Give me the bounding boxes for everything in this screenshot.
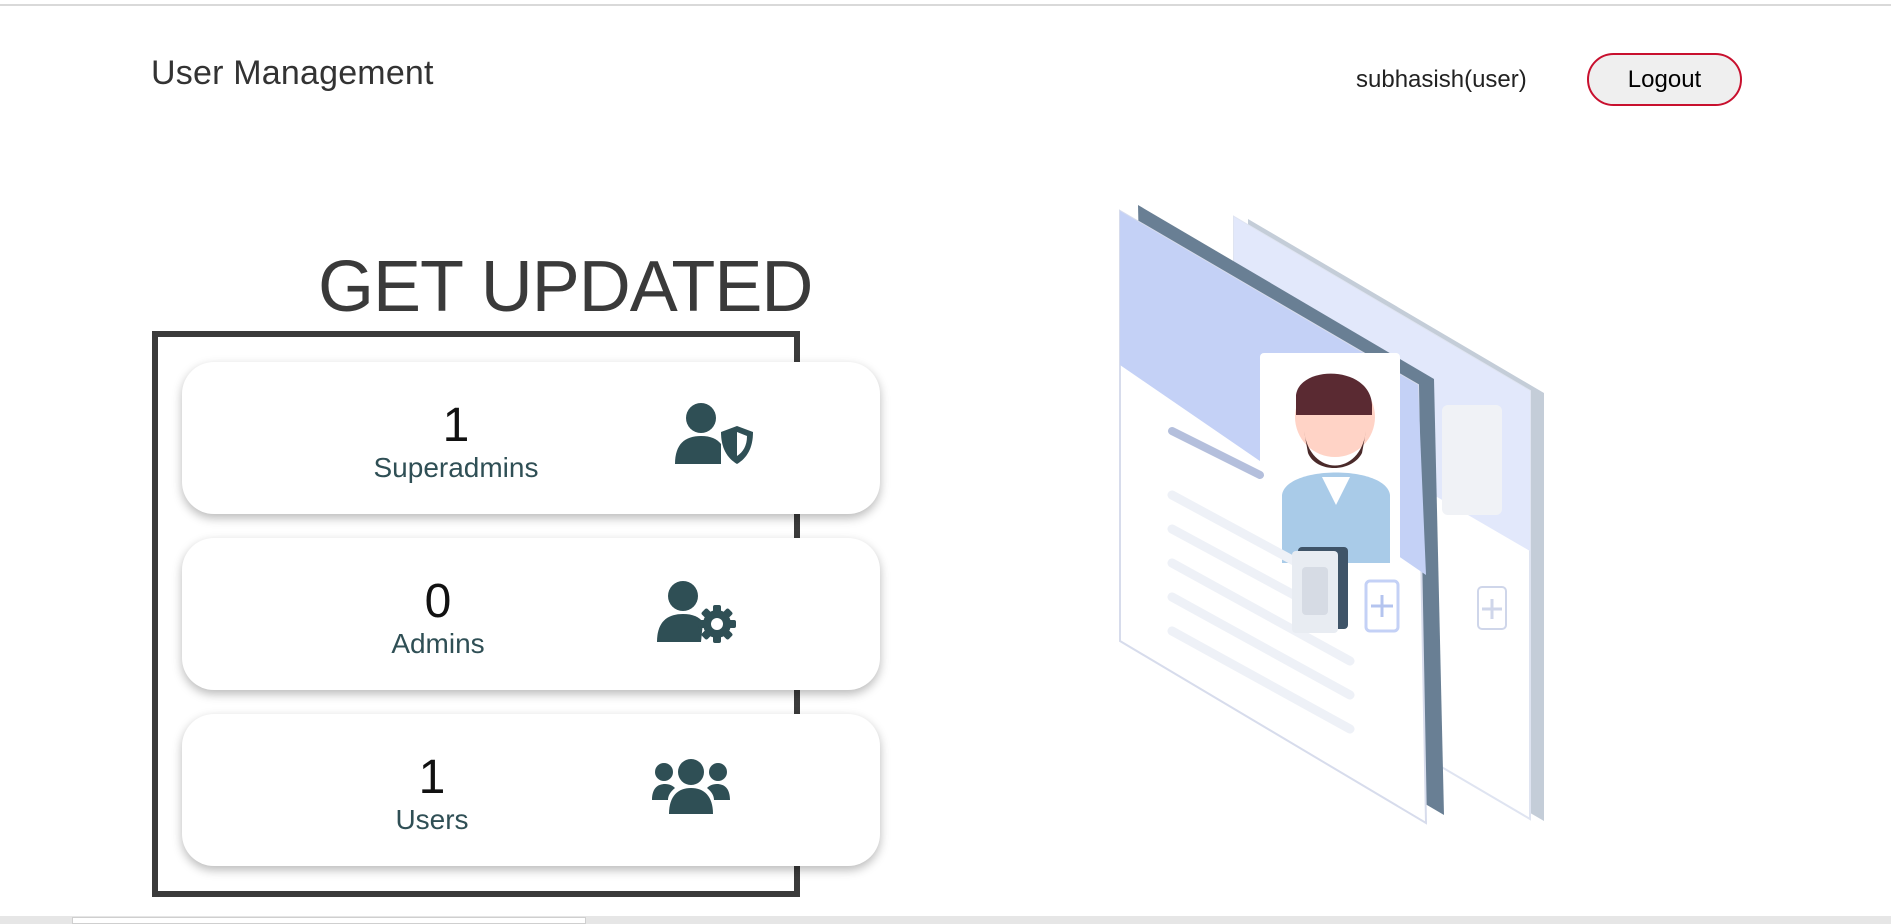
section-heading: GET UPDATED [318,247,813,327]
app-title: User Management [151,54,434,92]
user-gear-icon [657,580,737,644]
stat-card-users: 1 Users [182,714,880,866]
current-user-label: subhasish(user) [1356,66,1527,93]
stat-card-admins: 0 Admins [182,538,880,690]
stat-card-superadmins: 1 Superadmins [182,362,880,514]
users-group-icon [652,758,730,816]
top-divider [0,4,1891,6]
stat-label: Admins [391,628,485,659]
stat-label: Superadmins [373,452,539,483]
stat-value: 1 [418,751,446,804]
profile-cards-illustration [1090,195,1570,840]
logout-button[interactable]: Logout [1587,53,1742,106]
stat-value: 1 [442,399,470,452]
user-shield-icon [675,402,755,466]
stat-value: 0 [424,575,452,628]
scrollbar-thumb[interactable] [72,917,586,924]
stat-label: Users [395,804,469,835]
